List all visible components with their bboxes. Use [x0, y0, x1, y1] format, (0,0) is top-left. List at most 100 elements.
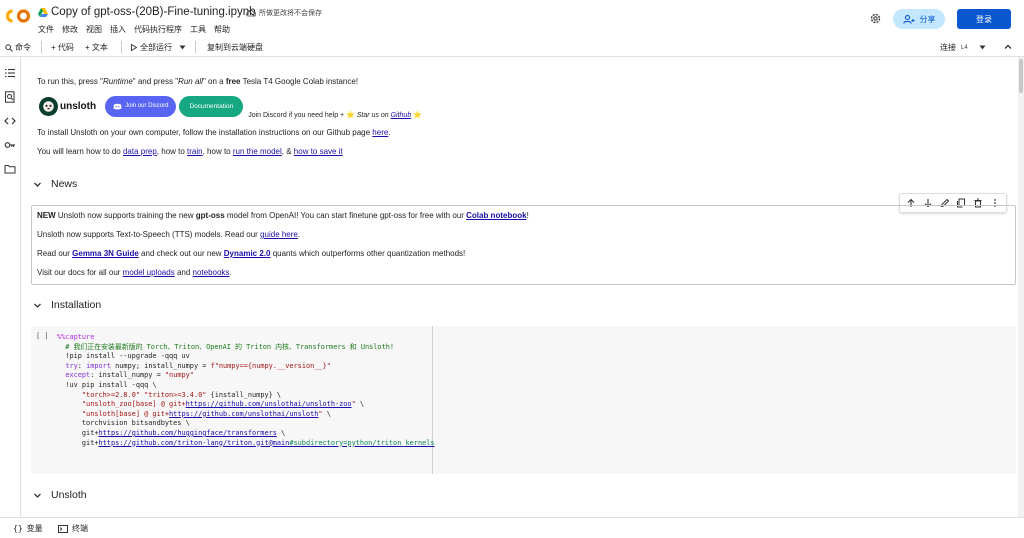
add-text-button[interactable]: + 文本 — [85, 42, 108, 53]
sloth-icon — [39, 96, 58, 116]
documentation-button[interactable]: Documentation — [179, 95, 244, 117]
install-code-cell[interactable]: [ ] %%capture # 我们正在安装最新版的 Torch、Triton、… — [31, 326, 1016, 474]
run-model-link[interactable]: run the model — [233, 147, 282, 156]
model-uploads-link[interactable]: model uploads — [123, 268, 175, 277]
command-palette-button[interactable]: 命令 — [5, 42, 31, 53]
news-heading: News — [51, 178, 78, 190]
colab-logo[interactable] — [6, 8, 30, 24]
menu-bar: 文件 修改 视图 插入 代码执行程序 工具 帮助 — [38, 24, 230, 35]
people-icon — [902, 14, 914, 24]
bottom-bar: {} 变量 终端 — [0, 517, 1024, 538]
text-fragment: , how to — [202, 147, 233, 156]
learn-line: You will learn how to do data prep, how … — [37, 147, 343, 156]
connect-button[interactable]: 连接 L4 — [940, 42, 968, 53]
text-fragment: Unsloth now supports Text-to-Speech (TTS… — [37, 230, 261, 239]
text-fragment: Read our — [37, 249, 73, 258]
table-of-contents-icon[interactable] — [4, 67, 16, 79]
notebook-content: To run this, press "Runtime" and press "… — [21, 57, 1018, 517]
toolbar-divider — [121, 41, 122, 53]
notebooks-link[interactable]: notebooks — [193, 268, 230, 277]
cloud-off-icon — [246, 9, 256, 17]
drive-icon[interactable] — [38, 8, 48, 17]
installation-heading: Installation — [51, 299, 102, 311]
variables-label: 变量 — [26, 524, 43, 533]
text-fragment: Visit our docs for all our — [37, 268, 123, 277]
unsloth-logo[interactable]: unsloth — [39, 96, 96, 116]
menu-file[interactable]: 文件 — [38, 24, 54, 35]
menu-edit[interactable]: 修改 — [62, 24, 78, 35]
text-fragment: You will learn how to do — [37, 147, 123, 156]
variables-button[interactable]: {} 变量 — [13, 523, 43, 534]
notebook-title[interactable]: Copy of gpt-oss-(20B)-Fine-tuning.ipynb — [51, 6, 256, 18]
text-fragment: " and press " — [132, 77, 179, 86]
text-fragment: Join Discord if you need help + ⭐ — [248, 111, 357, 119]
data-prep-link[interactable]: data prep — [123, 147, 157, 156]
vertical-scrollbar[interactable] — [1018, 57, 1024, 517]
copy-to-drive-button[interactable]: 复制到云端硬盘 — [207, 42, 263, 53]
news-line-2: Unsloth now supports Text-to-Speech (TTS… — [37, 230, 300, 239]
terminal-icon — [58, 524, 68, 533]
dynamic-quant-link[interactable]: Dynamic 2.0 — [224, 249, 271, 258]
gear-icon[interactable] — [869, 12, 882, 25]
discord-icon — [113, 103, 122, 109]
text-fragment: To install Unsloth on your own computer,… — [37, 128, 373, 137]
installation-section-header[interactable]: Installation — [33, 299, 101, 311]
folder-icon[interactable] — [4, 163, 16, 175]
notebook-toolbar: 命令 + 代码 + 文本 全部运行 复制到云端硬盘 连接 L4 — [0, 38, 1024, 57]
chevron-down-icon[interactable] — [33, 180, 42, 189]
run-cell-button[interactable]: [ ] — [36, 332, 49, 340]
run-all-dropdown-icon[interactable] — [179, 45, 186, 50]
text-fragment: ⭐ — [411, 111, 422, 119]
news-line-1: NEW Unsloth now supports training the ne… — [37, 211, 529, 220]
text-fragment: . — [229, 268, 232, 277]
menu-insert[interactable]: 插入 — [110, 24, 126, 35]
news-line-4: Visit our docs for all our model uploads… — [37, 268, 232, 277]
menu-view[interactable]: 视图 — [86, 24, 102, 35]
github-link[interactable]: Github — [391, 112, 412, 119]
connect-dropdown-icon[interactable] — [979, 45, 986, 50]
runtime-type: L4 — [961, 44, 968, 51]
find-replace-icon[interactable] — [4, 91, 16, 103]
discord-label: Join our Discord — [125, 103, 169, 109]
text-fragment: quants which outperforms other quantizat… — [270, 249, 466, 258]
scrollbar-thumb[interactable] — [1019, 59, 1023, 93]
unsloth-heading: Unsloth — [51, 489, 87, 501]
text-fragment: , how to — [156, 147, 188, 156]
chevron-down-icon[interactable] — [33, 301, 42, 310]
menu-help[interactable]: 帮助 — [214, 24, 230, 35]
save-note: 所做更改将不会保存 — [246, 8, 322, 18]
collapse-header-icon[interactable] — [1003, 42, 1013, 52]
login-button[interactable]: 登录 — [957, 9, 1011, 29]
menu-runtime[interactable]: 代码执行程序 — [134, 24, 182, 35]
play-icon — [131, 44, 137, 51]
share-label: 分享 — [919, 14, 936, 24]
install-line: To install Unsloth on your own computer,… — [37, 128, 391, 137]
text-fragment: , & — [281, 147, 294, 156]
train-link[interactable]: train — [187, 147, 203, 156]
news-section-header[interactable]: News — [33, 178, 77, 190]
run-all-button[interactable]: 全部运行 — [131, 42, 172, 53]
unsloth-section-header[interactable]: Unsloth — [33, 489, 87, 501]
add-code-button[interactable]: + 代码 — [51, 42, 74, 53]
code-editor[interactable]: %%capture # 我们正在安装最新版的 Torch、Triton、Open… — [57, 333, 435, 448]
toolbar-divider — [195, 41, 196, 53]
tts-guide-link[interactable]: guide here — [260, 230, 298, 239]
save-model-link[interactable]: how to save it — [294, 147, 343, 156]
text-fragment: To run this, press " — [37, 77, 103, 86]
share-button[interactable]: 分享 — [893, 9, 945, 29]
news-line-3: Read our Gemma 3N Guide and check out ou… — [37, 249, 465, 258]
secrets-key-icon[interactable] — [4, 139, 16, 151]
text-fragment: ! — [526, 211, 529, 220]
search-icon — [5, 43, 13, 52]
code-snippets-icon[interactable] — [4, 115, 16, 127]
terminal-button[interactable]: 终端 — [58, 523, 88, 534]
menu-tools[interactable]: 工具 — [190, 24, 206, 35]
news-cell[interactable]: NEW Unsloth now supports training the ne… — [31, 205, 1016, 285]
gemma-guide-link[interactable]: Gemma 3N Guide — [72, 249, 139, 258]
braces-icon: {} — [13, 524, 23, 533]
text-fragment: Star us on — [356, 111, 391, 119]
join-discord-button[interactable]: Join our Discord — [105, 95, 177, 117]
colab-notebook-link[interactable]: Colab notebook — [466, 211, 526, 220]
chevron-down-icon[interactable] — [33, 491, 42, 500]
install-here-link[interactable]: here — [372, 128, 388, 137]
